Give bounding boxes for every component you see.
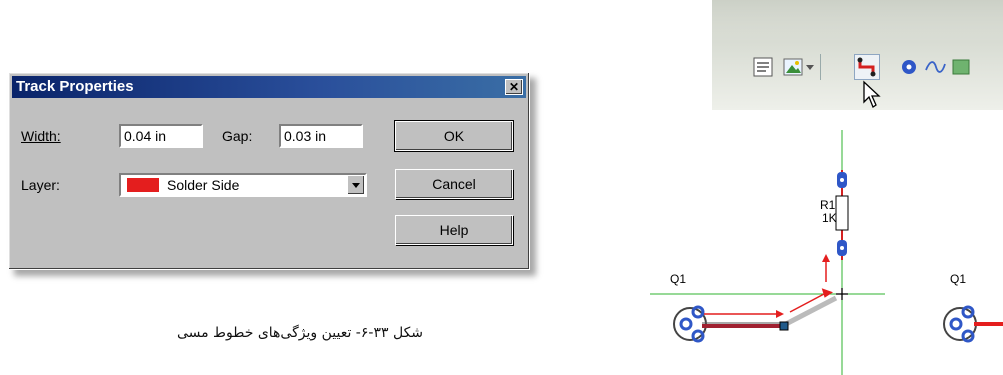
image-icon[interactable] <box>782 56 804 78</box>
direction-arrow-right <box>704 310 784 318</box>
gap-label: Gap: <box>222 128 253 144</box>
width-input[interactable]: 0.04 in <box>119 124 203 148</box>
close-button[interactable]: ✕ <box>505 79 523 95</box>
layer-color-swatch <box>127 178 159 192</box>
resistor-r1[interactable] <box>835 170 849 260</box>
curve-icon[interactable] <box>924 56 946 78</box>
image-dropdown-icon[interactable] <box>806 65 814 71</box>
component-q1-left[interactable] <box>673 305 707 343</box>
component-q1-right[interactable] <box>943 305 1003 343</box>
component-left-label: Q1 <box>670 272 686 286</box>
crosshair-icon <box>836 288 848 300</box>
layer-select-value: Solder Side <box>167 177 240 193</box>
track-properties-dialog: Track Properties ✕ Width: 0.04 in Gap: 0… <box>8 72 530 270</box>
width-label: Width: <box>21 128 61 144</box>
layer-label: Layer: <box>21 177 60 193</box>
dialog-titlebar[interactable]: Track Properties ✕ <box>12 76 526 98</box>
gap-input[interactable]: 0.03 in <box>279 124 363 148</box>
component-right-label: Q1 <box>950 272 966 286</box>
width-label-text: Width: <box>21 128 61 144</box>
resistor-name-label: R1 <box>820 198 836 212</box>
track-icon[interactable] <box>854 54 880 80</box>
layer-dropdown-button[interactable] <box>347 175 365 195</box>
fill-icon[interactable] <box>950 56 972 78</box>
layer-select[interactable]: Solder Side <box>119 173 367 197</box>
chevron-down-icon <box>352 183 360 188</box>
text-icon[interactable] <box>752 56 774 78</box>
toolbar-background <box>712 0 1003 40</box>
figure-caption: شکل ۳۳-۶- تعیین ویژگی‌های خطوط مسی <box>176 325 424 341</box>
direction-arrow-up <box>822 254 830 282</box>
schematic-canvas[interactable]: R1 1K Q1 Q1 <box>640 130 1003 375</box>
help-button[interactable]: Help <box>395 215 513 245</box>
toolbar-fragment <box>712 0 1003 110</box>
resistor-value-label: 1K <box>822 211 837 225</box>
cursor-icon <box>863 80 881 108</box>
close-icon: ✕ <box>508 80 520 94</box>
toolbar-separator <box>820 54 821 80</box>
via-icon[interactable] <box>898 56 920 78</box>
ok-button[interactable]: OK <box>394 120 514 152</box>
dialog-title: Track Properties <box>16 78 134 95</box>
cancel-button[interactable]: Cancel <box>395 169 513 199</box>
